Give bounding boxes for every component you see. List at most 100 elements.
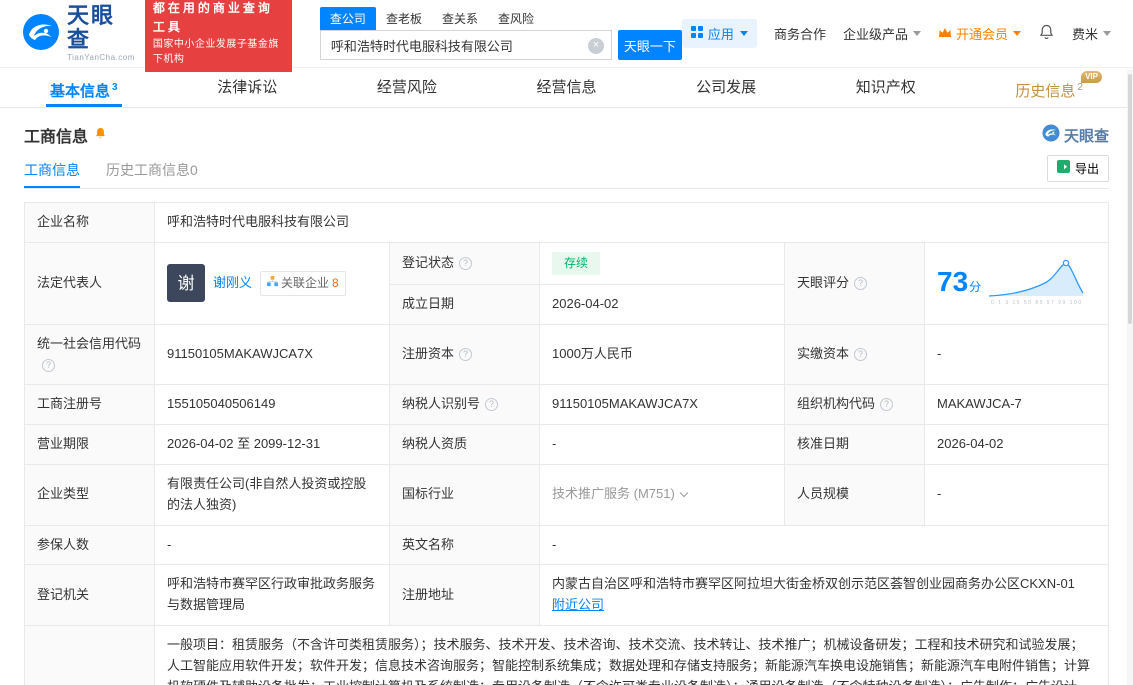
table-row: 工商注册号 155105040506149 纳税人识别号? 91150105MA…: [25, 385, 1109, 425]
reg-status-value: 存续: [540, 242, 785, 284]
svg-text:0 1 3 15 50 85 97 99 100: 0 1 3 15 50 85 97 99 100: [991, 300, 1081, 306]
industry-value: 技术推广服务 (M751): [540, 464, 785, 525]
taxpayer-id-label: 纳税人识别号?: [390, 385, 540, 425]
help-icon[interactable]: ?: [459, 257, 472, 270]
tab-company-development[interactable]: 公司发展: [692, 68, 760, 107]
legal-rep-avatar[interactable]: 谢: [167, 264, 205, 302]
taxpayer-id-value: 91150105MAKAWJCA7X: [540, 385, 785, 425]
search-input[interactable]: [321, 31, 611, 59]
tab-basic-info-count: 3: [112, 82, 118, 93]
slogan-line2: 国家中小企业发展子基金旗下机构: [153, 37, 284, 68]
reg-authority-label: 登记机关: [25, 565, 155, 626]
reg-authority-value: 呼和浩特市赛罕区行政审批政务服务与数据管理局: [155, 565, 390, 626]
insured-count-value: -: [155, 525, 390, 565]
tab-history-info-label: 历史信息: [1015, 83, 1075, 100]
paid-capital-value: -: [925, 324, 1109, 385]
expand-chevron-icon[interactable]: [680, 489, 688, 497]
top-header: 天眼查 TianYanCha.com 都在用的商业查询工具 国家中小企业发展子基…: [0, 0, 1133, 68]
clear-search-icon[interactable]: ×: [588, 38, 604, 54]
user-menu[interactable]: 费米: [1072, 24, 1111, 43]
table-row: 统一社会信用代码? 91150105MAKAWJCA7X 注册资本? 1000万…: [25, 324, 1109, 385]
tab-intellectual-property[interactable]: 知识产权: [852, 68, 920, 107]
nearby-companies-link[interactable]: 附近公司: [552, 597, 604, 612]
help-icon[interactable]: ?: [459, 348, 472, 361]
reg-number-label: 工商注册号: [25, 385, 155, 425]
establish-date-label: 成立日期: [390, 284, 540, 324]
score-value: 73: [937, 266, 968, 297]
scrollbar-thumb[interactable]: [1128, 74, 1132, 324]
help-icon[interactable]: ?: [880, 398, 893, 411]
brand-name: 天眼查: [1064, 125, 1109, 146]
org-code-value: MAKAWJCA-7: [925, 385, 1109, 425]
business-term-label: 营业期限: [25, 425, 155, 465]
establish-date-value: 2026-04-02: [540, 284, 785, 324]
search-box: ×: [320, 30, 612, 60]
company-name-label: 企业名称: [25, 203, 155, 243]
company-type-label: 企业类型: [25, 464, 155, 525]
english-name-value: -: [540, 525, 1109, 565]
search-button[interactable]: 天眼一下: [618, 30, 682, 60]
approve-date-value: 2026-04-02: [925, 425, 1109, 465]
help-icon[interactable]: ?: [854, 348, 867, 361]
help-icon[interactable]: ?: [485, 398, 498, 411]
subscribe-bell-icon[interactable]: [94, 127, 107, 144]
staff-size-label: 人员规模: [785, 464, 925, 525]
table-row: 登记机关 呼和浩特市赛罕区行政审批政务服务与数据管理局 注册地址 内蒙古自治区呼…: [25, 565, 1109, 626]
chevron-down-icon: [740, 31, 748, 36]
chevron-down-icon: [913, 31, 921, 36]
search-tab-boss[interactable]: 查老板: [376, 7, 432, 30]
crown-icon: [938, 26, 952, 41]
tab-basic-info[interactable]: 基本信息3: [46, 68, 122, 107]
tab-history-info[interactable]: 历史信息2 VIP: [1011, 68, 1087, 107]
open-vip-label: 开通会员: [956, 24, 1008, 43]
slogan-line1: 都在用的商业查询工具: [153, 0, 284, 37]
section-title: 工商信息: [24, 123, 88, 147]
export-button[interactable]: 导出: [1047, 155, 1109, 182]
table-row: 法定代表人 谢 谢刚义 关联企业 8 登记状态? 存续 天眼评分?: [25, 242, 1109, 284]
related-companies-badge[interactable]: 关联企业 8: [260, 271, 346, 296]
table-row: 营业期限 2026-04-02 至 2099-12-31 纳税人资质 - 核准日…: [25, 425, 1109, 465]
help-icon[interactable]: ?: [854, 277, 867, 290]
export-icon: [1057, 160, 1070, 176]
tab-operation-info[interactable]: 经营信息: [532, 68, 600, 107]
search-tab-risk[interactable]: 查风险: [488, 7, 544, 30]
score-cell: 73分 0 1 3 15 50 85 97 99 100: [925, 242, 1109, 324]
subtab-business-info[interactable]: 工商信息: [24, 153, 80, 188]
subtab-history-business-info[interactable]: 历史工商信息0: [106, 153, 198, 188]
business-scope-label: 经营范围?: [25, 625, 155, 685]
brand-watermark: 天眼查: [1042, 124, 1109, 146]
credit-code-label: 统一社会信用代码?: [25, 324, 155, 385]
english-name-label: 英文名称: [390, 525, 540, 565]
help-icon[interactable]: ?: [42, 359, 55, 372]
tab-legal-proceedings[interactable]: 法律诉讼: [213, 68, 281, 107]
apps-menu[interactable]: 应用: [682, 19, 757, 48]
top-nav: 应用 商务合作 企业级产品 开通会员 费米: [682, 19, 1111, 48]
search-tab-relation[interactable]: 查关系: [432, 7, 488, 30]
legal-rep-name-link[interactable]: 谢刚义: [213, 273, 252, 294]
reg-capital-value: 1000万人民币: [540, 324, 785, 385]
tab-operation-risk[interactable]: 经营风险: [373, 68, 441, 107]
open-vip-button[interactable]: 开通会员: [938, 24, 1021, 43]
tianyancha-logo-icon: [22, 13, 60, 54]
nav-enterprise-label: 企业级产品: [843, 24, 908, 43]
paid-capital-label: 实缴资本?: [785, 324, 925, 385]
nav-enterprise[interactable]: 企业级产品: [843, 24, 921, 43]
taxpayer-quality-value: -: [540, 425, 785, 465]
approve-date-label: 核准日期: [785, 425, 925, 465]
nav-cooperation[interactable]: 商务合作: [774, 24, 826, 43]
vertical-scrollbar[interactable]: [1127, 70, 1133, 685]
score-label: 天眼评分?: [785, 242, 925, 324]
taxpayer-quality-label: 纳税人资质: [390, 425, 540, 465]
tianyancha-logo[interactable]: 天眼查 TianYanCha.com: [22, 4, 135, 63]
company-section-tabs: 基本信息3 法律诉讼 经营风险 经营信息 公司发展 知识产权 历史信息2 VIP: [0, 68, 1133, 108]
reg-number-value: 155105040506149: [155, 385, 390, 425]
apps-grid-icon: [691, 26, 703, 41]
search-tab-company[interactable]: 查公司: [320, 7, 376, 30]
tab-history-info-count: 2: [1077, 82, 1083, 93]
reg-address-value: 内蒙古自治区呼和浩特市赛罕区阿拉坦大街金桥双创示范区荟智创业园商务办公区CKXN…: [540, 565, 1109, 626]
table-row: 参保人数 - 英文名称 -: [25, 525, 1109, 565]
status-badge: 存续: [552, 252, 600, 275]
notification-bell-icon[interactable]: [1038, 24, 1055, 44]
business-scope-value: 一般项目：租赁服务（不含许可类租赁服务）；技术服务、技术开发、技术咨询、技术交流…: [155, 625, 1109, 685]
vip-badge: VIP: [1081, 71, 1102, 83]
